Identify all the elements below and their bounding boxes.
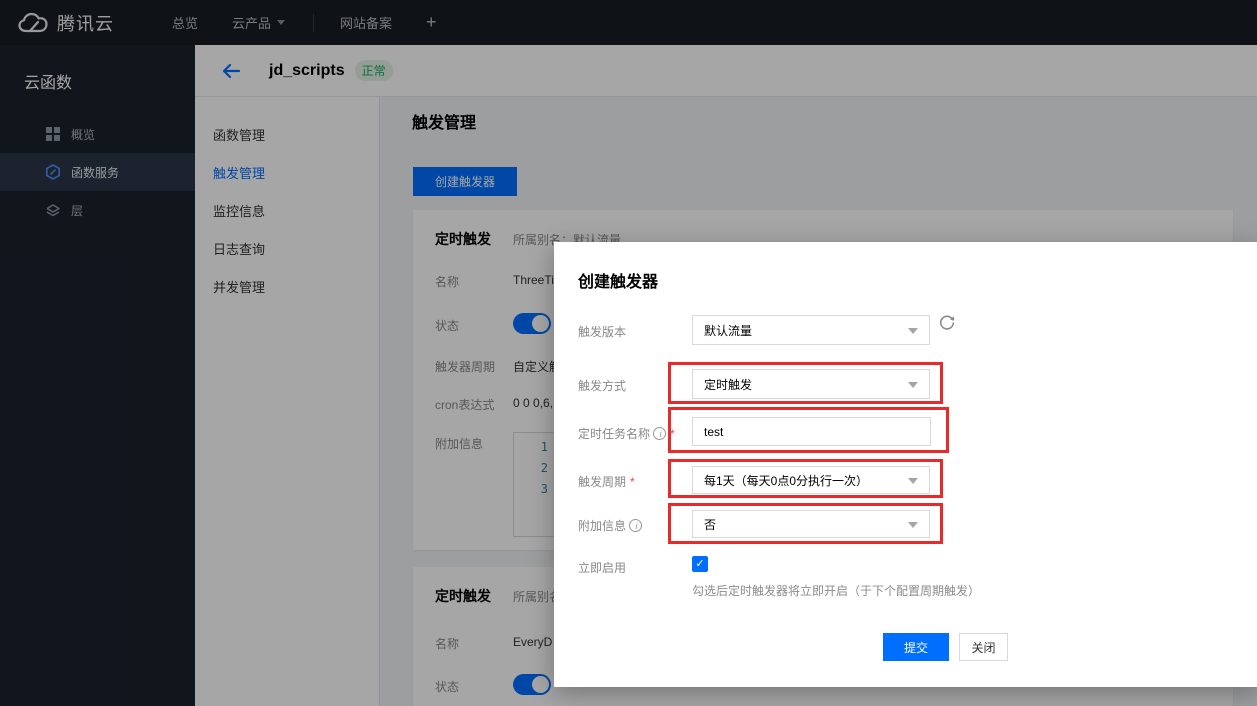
chevron-down-icon bbox=[908, 478, 918, 484]
task-name-label: 定时任务名称 * bbox=[578, 425, 675, 442]
create-trigger-modal: 创建触发器 触发版本 默认流量 触发方式 定时触发 定时任务名称 * 触发周期 … bbox=[554, 242, 1257, 687]
submit-button[interactable]: 提交 bbox=[883, 633, 949, 661]
chevron-down-icon bbox=[908, 328, 918, 334]
enable-now-label: 立即启用 bbox=[578, 559, 626, 576]
refresh-icon[interactable] bbox=[938, 314, 956, 332]
required-asterisk: * bbox=[670, 427, 675, 441]
enable-now-checkbox-checked[interactable]: ✓ bbox=[692, 556, 708, 572]
trigger-method-select[interactable]: 定时触发 bbox=[692, 369, 930, 399]
trigger-period-label: 触发周期 * bbox=[578, 473, 635, 490]
task-name-input[interactable] bbox=[692, 417, 931, 446]
required-asterisk: * bbox=[630, 475, 635, 489]
trigger-period-select[interactable]: 每1天（每天0点0分执行一次） bbox=[692, 466, 930, 494]
tencent-cloud-console: 腾讯云 总览 云产品 网站备案 + 云函数 概览 函数服务 bbox=[0, 0, 1257, 706]
modal-title: 创建触发器 bbox=[578, 268, 658, 292]
enable-now-helper-text: 勾选后定时触发器将立即开启（于下个配置周期触发） bbox=[692, 582, 980, 599]
extra-info-label: 附加信息 bbox=[578, 517, 642, 534]
trigger-version-select[interactable]: 默认流量 bbox=[692, 315, 930, 345]
trigger-version-label: 触发版本 bbox=[578, 323, 626, 340]
trigger-method-label: 触发方式 bbox=[578, 377, 626, 394]
chevron-down-icon bbox=[908, 382, 918, 388]
close-button[interactable]: 关闭 bbox=[959, 633, 1008, 661]
info-icon bbox=[653, 427, 666, 440]
info-icon bbox=[629, 519, 642, 532]
extra-info-select[interactable]: 否 bbox=[692, 510, 930, 538]
chevron-down-icon bbox=[908, 522, 918, 528]
